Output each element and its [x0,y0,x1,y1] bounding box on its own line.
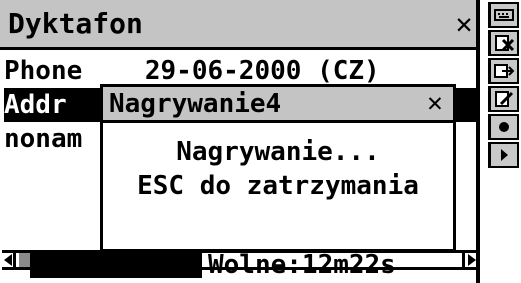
recording-level-fill [33,255,199,275]
list-item[interactable]: Phone 29-06-2000 (CZ) [4,54,476,88]
window-right-border [476,0,480,283]
record-icon [499,122,509,132]
recording-level-bar [30,252,202,278]
keyboard-icon [494,9,514,21]
close-icon[interactable]: ✕ [450,10,478,38]
close-icon[interactable]: ✕ [421,89,449,117]
play-button[interactable] [488,142,519,168]
window-titlebar: Dyktafon ✕ [0,0,480,50]
window-title: Dyktafon [8,7,143,40]
edit-button[interactable] [488,86,519,112]
export-icon [494,64,515,78]
side-toolbar [486,0,521,283]
edit-icon [495,91,514,107]
recording-status-text: Nagrywanie... [176,137,380,167]
record-button[interactable] [488,114,519,140]
recording-dialog: Nagrywanie4 ✕ Nagrywanie... ESC do zatrz… [100,84,456,252]
keyboard-button[interactable] [488,2,519,28]
dialog-titlebar: Nagrywanie4 ✕ [103,87,453,123]
scroll-left-arrow-icon[interactable] [2,253,16,267]
scroll-right-arrow-icon[interactable] [462,253,476,267]
play-icon [501,149,508,161]
delete-file-icon [495,35,515,52]
dialog-title: Nagrywanie4 [109,89,282,119]
stop-instruction-text: ESC do zatrzymania [137,171,419,201]
free-space-label: Wolne:12m22s [208,250,396,280]
export-button[interactable] [488,58,519,84]
delete-button[interactable] [488,30,519,56]
